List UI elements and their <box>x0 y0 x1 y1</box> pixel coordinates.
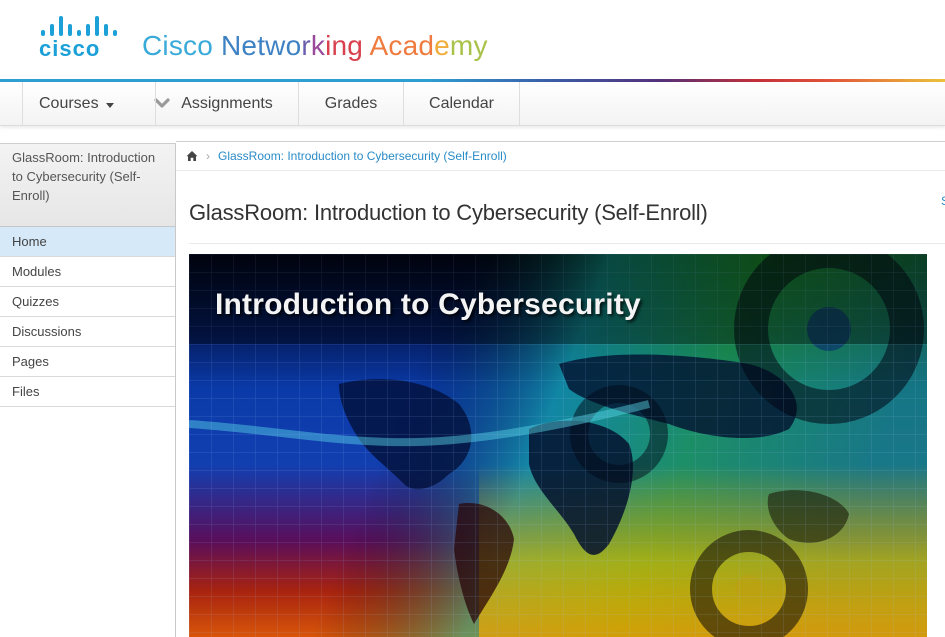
right-side-link[interactable]: S <box>941 194 945 208</box>
site-header: cisco Cisco Networking Academy <box>0 0 945 80</box>
breadcrumb-course-link[interactable]: GlassRoom: Introduction to Cybersecurity… <box>218 149 507 163</box>
cisco-bars-icon <box>41 14 121 36</box>
academy-title-segment: my <box>449 30 488 61</box>
nav-courses[interactable]: Courses <box>22 82 170 126</box>
page-title: GlassRoom: Introduction to Cybersecurity… <box>189 200 708 225</box>
home-icon[interactable] <box>186 150 198 162</box>
sidebar-item-quizzes[interactable]: Quizzes <box>0 287 175 317</box>
sidebar-item-files[interactable]: Files <box>0 377 175 407</box>
sidebar-item-modules[interactable]: Modules <box>0 257 175 287</box>
sidebar-item-home[interactable]: Home <box>0 227 175 257</box>
main-nav: Courses Assignments Grades Calendar <box>0 82 945 126</box>
academy-title-segment: ing <box>325 30 370 61</box>
cisco-wordmark: cisco <box>39 36 101 61</box>
cisco-logo[interactable]: cisco <box>39 14 123 61</box>
academy-title-segment: k <box>310 30 326 61</box>
academy-title-segment: e <box>434 30 450 61</box>
nav-courses-label: Courses <box>39 95 99 112</box>
breadcrumb-separator: › <box>206 149 210 163</box>
nav-grades-label: Grades <box>324 95 378 112</box>
sidebar-item-discussions[interactable]: Discussions <box>0 317 175 347</box>
academy-title-segment: Acad <box>369 30 435 61</box>
academy-title-segment: r <box>301 30 311 61</box>
nav-assignments-label: Assignments <box>181 95 273 112</box>
sidebar-item-pages[interactable]: Pages <box>0 347 175 377</box>
nav-calendar-label: Calendar <box>429 95 494 112</box>
nav-assignments[interactable]: Assignments <box>155 82 298 126</box>
course-banner-image: Introduction to Cybersecurity <box>189 254 927 637</box>
breadcrumb: › GlassRoom: Introduction to Cybersecuri… <box>176 141 945 171</box>
academy-title-segment: Cisco <box>142 30 221 61</box>
caret-down-icon <box>105 102 114 108</box>
sidebar-course-title[interactable]: GlassRoom: Introduction to Cybersecurity… <box>0 143 175 227</box>
sidebar-nav-list: Home Modules Quizzes Discussions Pages F… <box>0 227 175 407</box>
main-content: › GlassRoom: Introduction to Cybersecuri… <box>176 141 945 637</box>
nav-grades[interactable]: Grades <box>298 82 403 126</box>
title-divider <box>189 243 945 244</box>
banner-title: Introduction to Cybersecurity <box>215 288 641 321</box>
course-sidebar: GlassRoom: Introduction to Cybersecurity… <box>0 143 176 637</box>
academy-title[interactable]: Cisco Networking Academy <box>142 30 488 62</box>
nav-calendar[interactable]: Calendar <box>403 82 520 126</box>
academy-title-segment: Netwo <box>221 30 302 61</box>
